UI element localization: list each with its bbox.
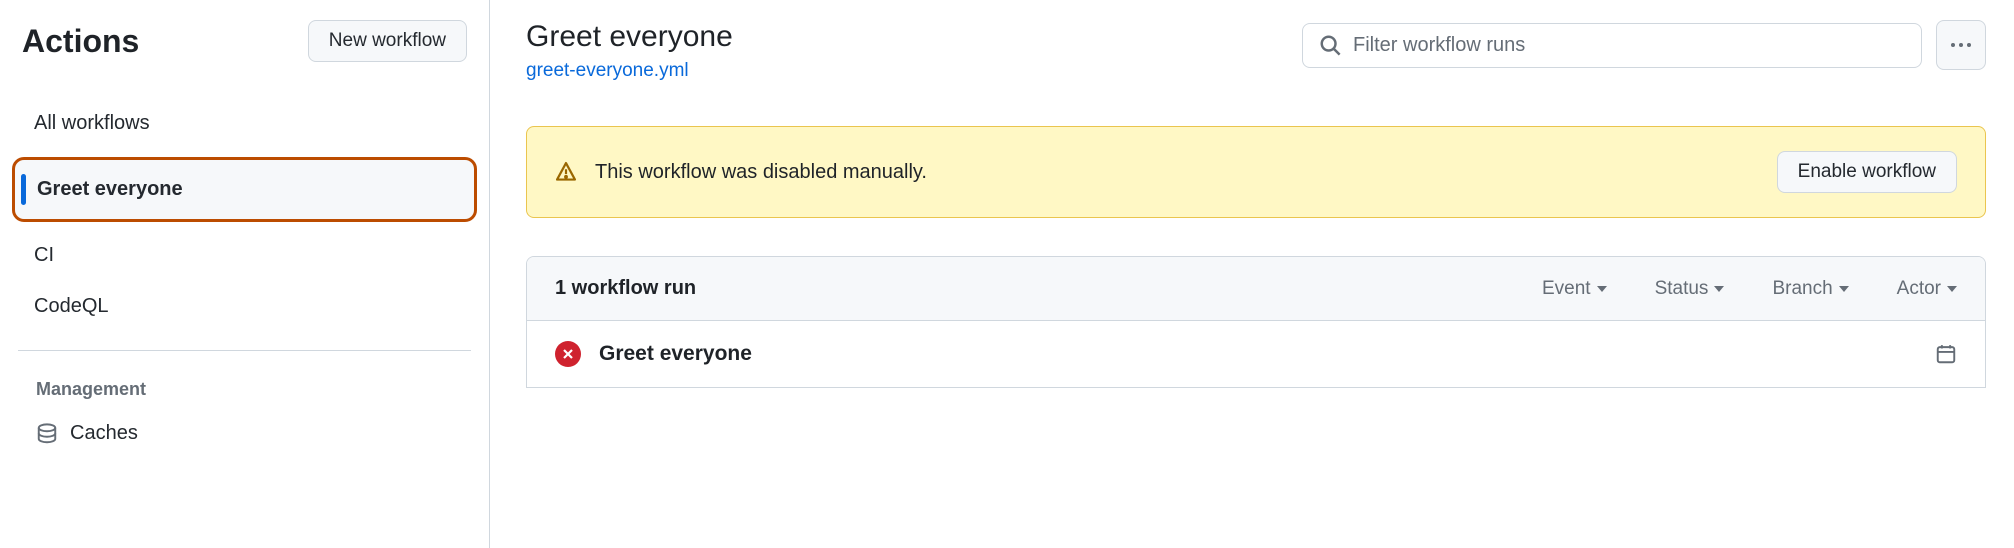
caret-down-icon (1947, 286, 1957, 292)
caret-down-icon (1597, 286, 1607, 292)
alert-icon (555, 161, 577, 183)
search-input[interactable] (1353, 34, 1905, 57)
filter-label: Event (1542, 278, 1591, 300)
filter-label: Actor (1897, 278, 1941, 300)
runs-count: 1 workflow run (555, 277, 696, 300)
filter-label: Status (1655, 278, 1709, 300)
new-workflow-button[interactable]: New workflow (308, 20, 467, 62)
runs-table: 1 workflow run Event Status (526, 256, 1986, 388)
status-failure-icon (555, 341, 581, 367)
run-title: Greet everyone (599, 342, 752, 366)
sidebar-item-caches[interactable]: Caches (18, 410, 471, 457)
filter-actor[interactable]: Actor (1897, 278, 1957, 300)
caret-down-icon (1839, 286, 1849, 292)
search-icon (1319, 34, 1341, 56)
sidebar: Actions New workflow All workflows Greet… (0, 0, 490, 548)
kebab-icon (1950, 42, 1972, 48)
calendar-icon (1935, 343, 1957, 365)
sidebar-item-all-workflows[interactable]: All workflows (0, 98, 489, 149)
filter-status[interactable]: Status (1655, 278, 1725, 300)
filter-label: Branch (1772, 278, 1832, 300)
caret-down-icon (1714, 286, 1724, 292)
banner-message: This workflow was disabled manually. (595, 161, 927, 184)
enable-workflow-button[interactable]: Enable workflow (1777, 151, 1957, 193)
page-title: Greet everyone (526, 20, 733, 54)
disabled-banner: This workflow was disabled manually. Ena… (526, 126, 1986, 218)
run-row[interactable]: Greet everyone (527, 321, 1985, 387)
sidebar-item-label: Caches (70, 422, 138, 445)
database-icon (36, 423, 58, 445)
main-content: Greet everyone greet-everyone.yml (490, 0, 2014, 548)
filter-branch[interactable]: Branch (1772, 278, 1848, 300)
filter-event[interactable]: Event (1542, 278, 1607, 300)
sidebar-item-greet-everyone[interactable]: Greet everyone (12, 157, 477, 222)
management-heading: Management (18, 369, 471, 410)
sidebar-item-codeql[interactable]: CodeQL (0, 281, 489, 332)
sidebar-title: Actions (22, 23, 139, 60)
workflow-file-link[interactable]: greet-everyone.yml (526, 60, 689, 81)
search-input-wrap[interactable] (1302, 23, 1922, 68)
sidebar-item-ci[interactable]: CI (0, 230, 489, 281)
kebab-menu-button[interactable] (1936, 20, 1986, 70)
divider (18, 350, 471, 351)
workflow-nav: All workflows Greet everyone CI CodeQL (0, 98, 489, 332)
